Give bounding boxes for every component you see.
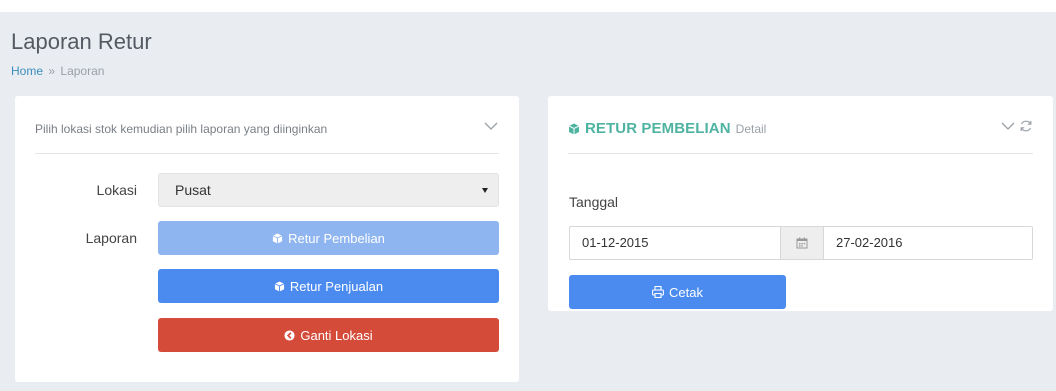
- cetak-button[interactable]: Cetak: [569, 275, 786, 309]
- panel-title-sub: Detail: [735, 122, 767, 136]
- report-selection-panel: Pilih lokasi stok kemudian pilih laporan…: [15, 96, 519, 382]
- cube-icon: [568, 123, 580, 134]
- chevron-down-icon[interactable]: [1000, 119, 1016, 133]
- retur-pembelian-label: Retur Pembelian: [288, 230, 385, 246]
- breadcrumb-separator: »: [48, 64, 56, 78]
- ganti-lokasi-button[interactable]: Ganti Lokasi: [158, 318, 499, 352]
- breadcrumb: Home » Laporan: [11, 64, 104, 78]
- date-addon: [780, 227, 824, 259]
- tanggal-label: Tanggal: [569, 194, 619, 210]
- lokasi-select-value: Pusat: [175, 182, 211, 198]
- lokasi-label: Lokasi: [96, 182, 137, 198]
- date-to-input[interactable]: 27-02-2016: [824, 227, 1032, 259]
- retur-penjualan-label: Retur Penjualan: [289, 278, 384, 294]
- panel-tools: [1000, 119, 1033, 133]
- retur-penjualan-button[interactable]: Retur Penjualan: [158, 269, 499, 303]
- panel-subtitle: Pilih lokasi stok kemudian pilih laporan…: [35, 122, 328, 136]
- date-from-input[interactable]: 01-12-2015: [570, 227, 780, 259]
- panel-header: Pilih lokasi stok kemudian pilih laporan…: [35, 96, 499, 154]
- arrow-circle-left-icon: [284, 329, 295, 341]
- retur-pembelian-panel: RETUR PEMBELIAN Detail Tanggal 01-12-201…: [548, 96, 1053, 311]
- caret-down-icon: [482, 188, 488, 193]
- panel-header: RETUR PEMBELIAN Detail: [568, 96, 1033, 154]
- calendar-icon: [796, 237, 808, 249]
- lokasi-select[interactable]: Pusat: [158, 173, 499, 207]
- date-range-group: 01-12-2015 27-02-2016: [569, 226, 1033, 260]
- laporan-label: Laporan: [85, 230, 137, 246]
- refresh-icon[interactable]: [1019, 119, 1033, 133]
- cube-icon: [272, 232, 283, 244]
- ganti-lokasi-label: Ganti Lokasi: [300, 327, 373, 343]
- breadcrumb-current: Laporan: [60, 64, 105, 78]
- retur-pembelian-button[interactable]: Retur Pembelian: [158, 221, 499, 255]
- cetak-label: Cetak: [669, 284, 703, 300]
- chevron-down-icon[interactable]: [483, 119, 499, 133]
- panel-title: RETUR PEMBELIAN Detail: [568, 120, 766, 137]
- print-icon: [652, 286, 664, 298]
- content-area: Laporan Retur Home » Laporan Pilih lokas…: [0, 12, 1056, 391]
- cube-icon: [274, 280, 285, 292]
- page-title: Laporan Retur: [11, 29, 152, 54]
- breadcrumb-home-link[interactable]: Home: [11, 64, 43, 78]
- panel-title-text: RETUR PEMBELIAN: [585, 120, 731, 137]
